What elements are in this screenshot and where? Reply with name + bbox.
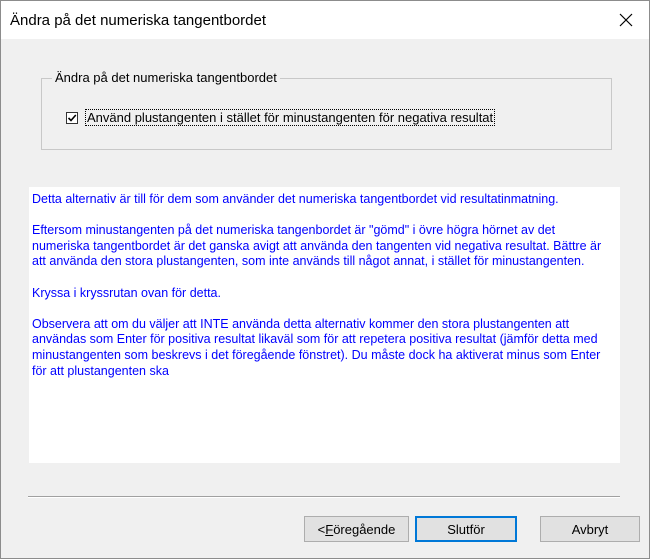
use-plus-key-label[interactable]: Använd plustangenten i stället för minus…	[84, 109, 496, 126]
info-text-panel: Detta alternativ är till för dem som anv…	[29, 187, 620, 463]
cancel-button-label: Avbryt	[571, 521, 609, 537]
info-paragraph: Observera att om du väljer att INTE anvä…	[32, 316, 601, 378]
cancel-button[interactable]: Avbryt	[540, 516, 640, 542]
groupbox-legend: Ändra på det numeriska tangentbordet	[52, 70, 280, 85]
back-button-prefix: <	[317, 521, 326, 537]
close-button[interactable]	[603, 1, 649, 39]
footer-separator	[28, 496, 620, 498]
close-icon	[619, 13, 633, 27]
use-plus-key-option[interactable]: Använd plustangenten i stället för minus…	[66, 109, 496, 126]
title-bar: Ändra på det numeriska tangentbordet	[1, 1, 649, 39]
info-paragraph: Detta alternativ är till för dem som anv…	[32, 192, 559, 206]
window-title: Ändra på det numeriska tangentbordet	[10, 12, 267, 29]
use-plus-key-checkbox[interactable]	[66, 111, 78, 124]
finish-button-label: Slutför	[447, 521, 485, 537]
checkmark-icon	[67, 113, 77, 122]
finish-button[interactable]: Slutför	[415, 516, 517, 542]
back-button-label: öregående	[333, 521, 396, 537]
info-paragraph: Eftersom minustangenten på det numeriska…	[32, 223, 602, 269]
back-button-mnemonic: F	[325, 521, 334, 537]
back-button[interactable]: < Föregående	[304, 516, 409, 542]
info-paragraph: Kryssa i kryssrutan ovan för detta.	[32, 285, 221, 300]
